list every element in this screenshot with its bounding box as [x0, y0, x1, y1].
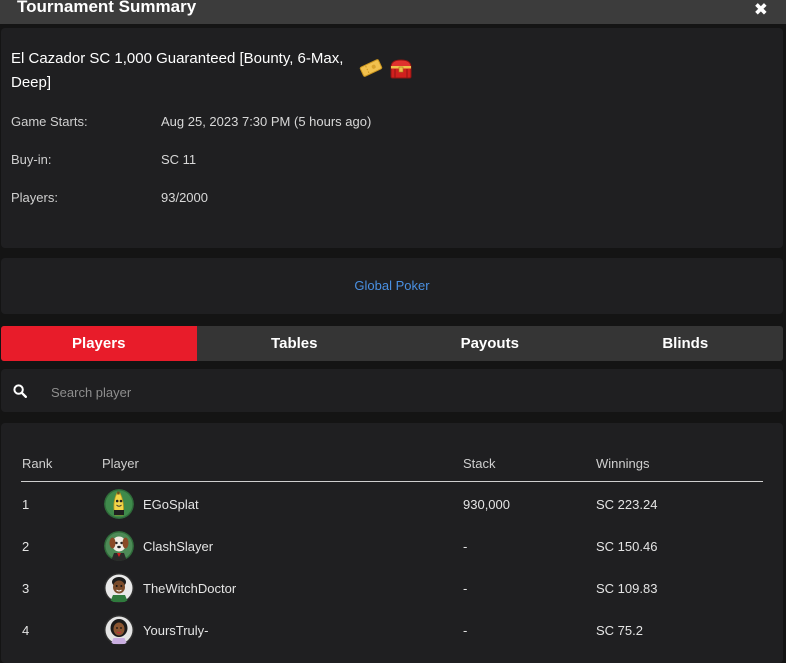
column-header-stack[interactable]: Stack — [463, 456, 496, 471]
modal-header: Tournament Summary ✖ — [0, 0, 786, 24]
site-link[interactable]: Global Poker — [1, 278, 783, 293]
player-name: ClashSlayer — [143, 539, 214, 554]
rank-cell: 2 — [22, 539, 30, 554]
tab-blinds[interactable]: Blinds — [588, 326, 784, 361]
table-row[interactable]: 1 EGoSplat 930,000 SC 223.24 — [1, 485, 783, 527]
modal-title: Tournament Summary — [17, 0, 197, 16]
table-row[interactable]: 3 TheWitchDoctor - SC 109.83 — [1, 569, 783, 611]
tab-players[interactable]: Players — [1, 326, 197, 361]
buy-in-value: SC 11 — [161, 152, 197, 167]
dog-avatar-icon — [104, 531, 134, 561]
player-name: YoursTruly- — [143, 623, 209, 638]
stack-cell: - — [463, 623, 468, 638]
search-icon — [13, 384, 27, 398]
rank-cell: 1 — [22, 497, 30, 512]
rank-cell: 3 — [22, 581, 30, 596]
search-input[interactable] — [49, 380, 753, 404]
rank-cell: 4 — [22, 623, 30, 638]
stack-cell: - — [463, 539, 468, 554]
stack-cell: 930,000 — [463, 497, 510, 512]
tournament-name: El Cazador SC 1,000 Guaranteed [Bounty, … — [11, 50, 344, 91]
woman-avatar-icon — [104, 615, 134, 645]
table-row[interactable]: 2 ClashSlayer - SC 150.46 — [1, 527, 783, 569]
winnings-cell: SC 75.2 — [596, 623, 643, 638]
ticket-icon — [359, 59, 383, 77]
treasure-chest-icon — [390, 59, 412, 79]
column-header-player[interactable]: Player — [102, 456, 139, 471]
site-card: Global Poker — [1, 258, 783, 314]
player-name: TheWitchDoctor — [143, 581, 237, 596]
players-value: 93/2000 — [161, 190, 208, 205]
players-table: Rank Player Stack Winnings 1 EGoSplat 93… — [1, 423, 783, 663]
player-name: EGoSplat — [143, 497, 199, 512]
header-divider — [21, 481, 763, 482]
stack-cell: - — [463, 581, 468, 596]
column-header-rank[interactable]: Rank — [22, 456, 52, 471]
game-starts-value: Aug 25, 2023 7:30 PM (5 hours ago) — [161, 114, 372, 129]
man-avatar-icon — [104, 573, 134, 603]
winnings-cell: SC 109.83 — [596, 581, 658, 596]
winnings-cell: SC 223.24 — [596, 497, 658, 512]
search-bar — [1, 369, 783, 412]
buy-in-label: Buy-in: — [11, 152, 52, 167]
tab-tables[interactable]: Tables — [197, 326, 393, 361]
tab-bar: Players Tables Payouts Blinds — [1, 326, 783, 361]
tournament-summary-card: El Cazador SC 1,000 Guaranteed [Bounty, … — [1, 28, 783, 248]
table-row[interactable]: 4 YoursTruly- - SC 75.2 — [1, 611, 783, 653]
close-icon[interactable]: ✖ — [754, 0, 768, 20]
banana-avatar-icon — [104, 489, 134, 519]
tab-payouts[interactable]: Payouts — [392, 326, 588, 361]
column-header-winnings[interactable]: Winnings — [596, 456, 649, 471]
game-starts-label: Game Starts: — [11, 114, 88, 129]
players-label: Players: — [11, 190, 58, 205]
winnings-cell: SC 150.46 — [596, 539, 658, 554]
